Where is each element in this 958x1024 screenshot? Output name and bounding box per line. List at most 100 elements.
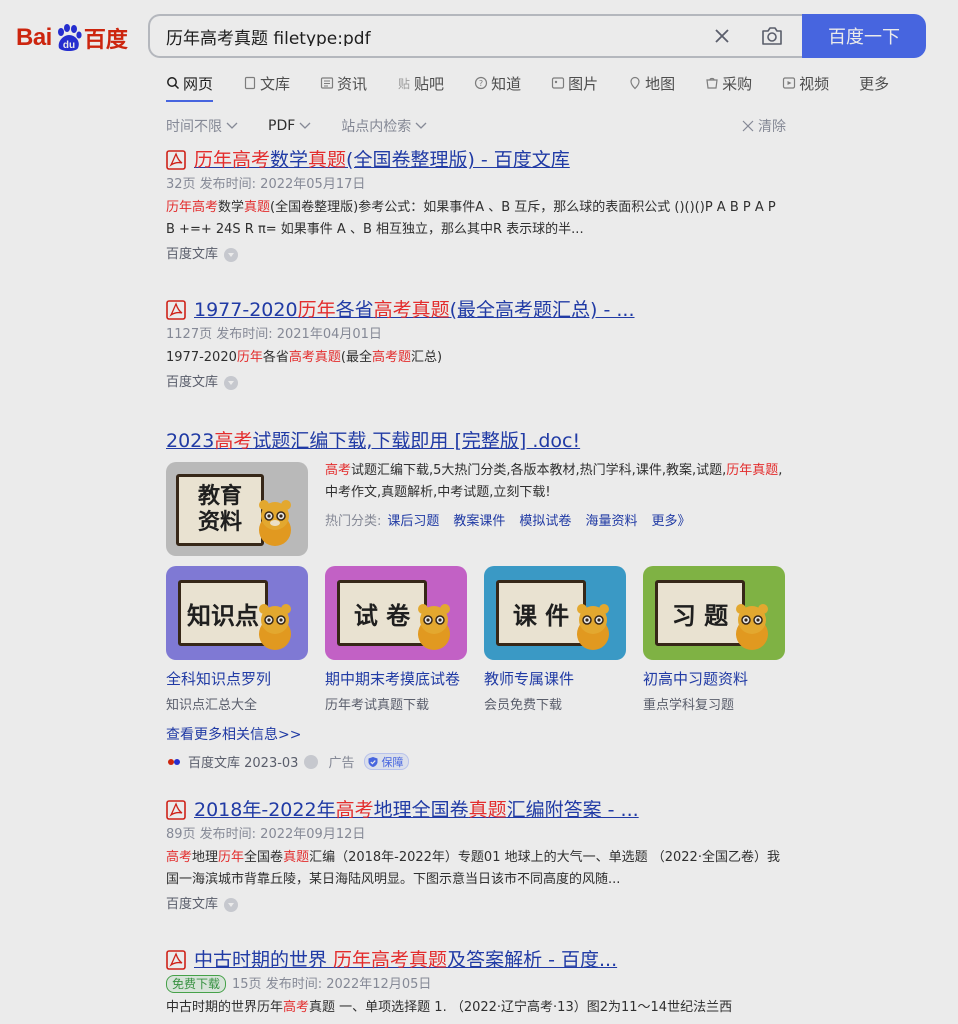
tab-news[interactable]: 资讯 <box>320 72 367 94</box>
clear-icon[interactable] <box>712 26 732 46</box>
more-info-link[interactable]: 查看更多相关信息>> <box>166 724 301 744</box>
tab-label: 视频 <box>799 74 830 93</box>
tab-web[interactable]: 网页 <box>166 72 214 102</box>
tab-video[interactable]: 视频 <box>782 72 829 94</box>
format-filter[interactable]: PDF <box>268 116 311 136</box>
ad-card[interactable]: 试 卷 期中期末考摸底试卷 历年考试真题下载 <box>325 566 467 713</box>
ad-main-image[interactable]: 教育资料 <box>166 462 308 556</box>
highlighted-text: 历年高考 <box>194 149 271 171</box>
result-meta: 免费下载 15页 发布时间: 2022年12月05日 <box>166 975 786 995</box>
card-image[interactable]: 试 卷 <box>325 566 467 660</box>
ad-card[interactable]: 课 件 教师专属课件 会员免费下载 <box>484 566 626 713</box>
result-title-text: 1977-2020历年各省高考真题(最全高考题汇总) - ... <box>194 298 635 322</box>
guarantee-badge[interactable]: 保障 <box>364 753 410 770</box>
tab-zhidao[interactable]: ? 知道 <box>474 72 521 94</box>
camera-icon[interactable] <box>760 25 784 47</box>
result-source[interactable]: 百度文库 <box>166 373 786 393</box>
card-title[interactable]: 初高中习题资料 <box>643 668 785 690</box>
highlighted-text: 高考真题 <box>373 299 450 321</box>
search-input[interactable] <box>150 26 690 46</box>
clear-filters-label: 清除 <box>758 119 786 135</box>
highlighted-text: 高考题 <box>371 350 411 365</box>
svg-text:?: ? <box>479 79 483 88</box>
site-filter-label: 站点内检索 <box>341 119 412 135</box>
site-filter[interactable]: 站点内检索 <box>341 116 427 136</box>
ad-card[interactable]: 习 题 初高中习题资料 重点学科复习题 <box>643 566 785 713</box>
guarantee-label: 保障 <box>381 755 404 769</box>
result-title-link[interactable]: 1977-2020历年各省高考真题(最全高考题汇总) - ... <box>166 298 786 322</box>
card-title[interactable]: 全科知识点罗列 <box>166 668 308 690</box>
ad-card[interactable]: 知识点 全科知识点罗列 知识点汇总大全 <box>166 566 308 713</box>
hot-categories: 热门分类: 课后习题 教案课件 模拟试卷 海量资料 更多》 <box>325 510 704 529</box>
text-segment: (最全高考题汇总) - ... <box>449 299 635 321</box>
result-snippet: 高考地理历年全国卷真题汇编（2018年-2022年）专题01 地球上的大气一、单… <box>166 847 786 891</box>
card-title[interactable]: 期中期末考摸底试卷 <box>325 668 467 690</box>
search-button[interactable]: 百度一下 <box>802 14 926 58</box>
card-image[interactable]: 课 件 <box>484 566 626 660</box>
highlighted-text: 真题 <box>468 799 507 821</box>
question-icon: ? <box>474 76 488 90</box>
text-segment: 1977-2020 <box>194 299 298 321</box>
result-meta-text: 15页 发布时间: 2022年12月05日 <box>232 977 432 992</box>
text-segment: 地理 <box>192 850 219 865</box>
dropdown-icon[interactable] <box>224 376 239 390</box>
card-subtitle: 知识点汇总大全 <box>166 698 258 713</box>
pdf-icon <box>166 950 186 970</box>
tab-label: 采购 <box>722 74 753 93</box>
tab-label: 知道 <box>491 74 522 93</box>
dropdown-icon[interactable] <box>304 754 319 769</box>
ad-label: 广告 <box>328 756 355 771</box>
dropdown-icon[interactable] <box>224 248 239 262</box>
text-segment: (最全 <box>340 350 372 365</box>
result-title-link[interactable]: 中古时期的世界 历年高考真题及答案解析 - 百度... <box>166 948 786 972</box>
tab-map[interactable]: 地图 <box>628 72 675 94</box>
time-filter[interactable]: 时间不限 <box>166 116 238 136</box>
free-download-badge[interactable]: 免费下载 <box>166 975 227 993</box>
hot-label: 热门分类: <box>325 514 382 529</box>
hot-link[interactable]: 教案课件 <box>453 510 505 529</box>
clear-filters-button[interactable]: 清除 <box>742 116 786 136</box>
search-box <box>148 14 804 58</box>
search-filters: 时间不限 PDF 站点内检索 清除 <box>166 116 786 136</box>
news-icon <box>320 77 334 89</box>
hot-link-more[interactable]: 更多》 <box>651 510 690 529</box>
text-segment: 试题汇编下载,下载即用 [完整版] .doc! <box>252 430 581 452</box>
board-text: 教育资料 <box>176 474 264 546</box>
text-segment: 真题 一、单项选择题 1. （2022·辽宁高考·13）图2为11～14世纪法兰… <box>309 1000 733 1015</box>
svg-text:du: du <box>63 40 75 51</box>
search-result: 中古时期的世界 历年高考真题及答案解析 - 百度... 免费下载 15页 发布时间… <box>166 948 786 1019</box>
ad-source-name[interactable]: 百度文库 2023-03 <box>188 752 298 771</box>
tab-tieba[interactable]: 贴 贴吧 <box>397 72 444 94</box>
chevron-down-icon <box>299 122 311 129</box>
text-segment: 中古时期的世界 <box>194 949 334 971</box>
baidu-logo[interactable]: Bai du 百度 <box>16 18 128 58</box>
tab-images[interactable]: 图片 <box>551 72 598 94</box>
highlighted-text: 历年真题 <box>726 463 779 478</box>
logo-text-bai: Bai <box>16 24 52 51</box>
result-title-link[interactable]: 历年高考数学真题(全国卷整理版) - 百度文库 <box>166 148 786 172</box>
tab-more[interactable]: 更多 <box>859 72 889 94</box>
shield-check-icon <box>368 756 378 767</box>
tab-label: 网页 <box>183 74 214 93</box>
result-source[interactable]: 百度文库 <box>166 895 786 915</box>
text-segment: 汇总) <box>411 350 443 365</box>
video-icon <box>783 77 796 89</box>
result-meta: 32页 发布时间: 2022年05月17日 <box>166 177 366 192</box>
ad-source: 百度文库 2023-03 广告 保障 <box>166 752 410 771</box>
hot-link[interactable]: 海量资料 <box>585 510 637 529</box>
hot-link[interactable]: 课后习题 <box>387 510 439 529</box>
card-title[interactable]: 教师专属课件 <box>484 668 626 690</box>
search-result: 历年高考数学真题(全国卷整理版) - 百度文库 32页 发布时间: 2022年0… <box>166 148 786 265</box>
tab-label: 资讯 <box>337 74 368 93</box>
result-title-link[interactable]: 2018年-2022年高考地理全国卷真题汇编附答案 - ... <box>166 798 786 822</box>
ad-title-link[interactable]: 2023高考试题汇编下载,下载即用 [完整版] .doc! <box>166 426 580 453</box>
result-source[interactable]: 百度文库 <box>166 245 786 265</box>
card-image[interactable]: 习 题 <box>643 566 785 660</box>
card-image[interactable]: 知识点 <box>166 566 308 660</box>
tab-wenku[interactable]: 文库 <box>243 72 290 94</box>
map-icon <box>630 76 640 90</box>
text-segment: 中古时期的世界历年 <box>166 1000 284 1015</box>
dropdown-icon[interactable] <box>224 898 239 912</box>
tab-purchase[interactable]: 采购 <box>705 72 752 94</box>
hot-link[interactable]: 模拟试卷 <box>519 510 571 529</box>
